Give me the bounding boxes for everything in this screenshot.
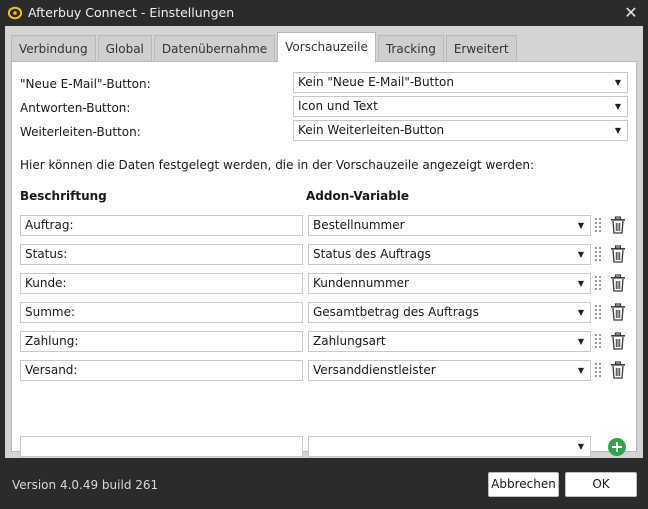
- variable-select[interactable]: Kundennummer ▼: [308, 273, 591, 294]
- ok-button[interactable]: OK: [565, 472, 637, 497]
- caption-input[interactable]: Summe:: [20, 302, 303, 323]
- afterbuy-logo-icon: [8, 6, 22, 20]
- variable-select[interactable]: Zahlungsart ▼: [308, 331, 591, 352]
- reply-button-label: Antworten-Button:: [20, 101, 131, 115]
- tab-datenuebernahme[interactable]: Datenübernahme: [153, 35, 276, 62]
- close-icon: ✕: [624, 3, 638, 22]
- caption-input[interactable]: Auftrag:: [20, 215, 303, 236]
- variable-value: Zahlungsart: [313, 334, 386, 348]
- reply-button-value: Icon und Text: [298, 99, 378, 113]
- variable-value: Bestellnummer: [313, 218, 405, 232]
- trash-icon[interactable]: [610, 245, 626, 263]
- caption-value: Kunde:: [25, 276, 67, 290]
- plus-circle-icon[interactable]: [608, 438, 626, 456]
- info-text: Hier können die Daten festgelegt werden,…: [20, 158, 535, 172]
- forward-button-select[interactable]: Kein Weiterleiten-Button ▼: [293, 120, 628, 141]
- variable-select[interactable]: Versanddienstleister ▼: [308, 360, 591, 381]
- new-caption-input[interactable]: [20, 436, 303, 457]
- caption-input[interactable]: Versand:: [20, 360, 303, 381]
- title-bar: Afterbuy Connect - Einstellungen ✕: [0, 0, 648, 26]
- vorschauzeile-panel: "Neue E-Mail"-Button: Kein "Neue E-Mail"…: [11, 61, 637, 457]
- footer-bar: Version 4.0.49 build 261 Abbrechen OK: [0, 458, 648, 509]
- caption-input[interactable]: Status:: [20, 244, 303, 265]
- window-title: Afterbuy Connect - Einstellungen: [28, 5, 235, 20]
- caption-value: Status:: [25, 247, 68, 261]
- chevron-down-icon: ▼: [614, 78, 621, 87]
- new-email-button-value: Kein "Neue E-Mail"-Button: [298, 75, 454, 89]
- variable-value: Gesamtbetrag des Auftrags: [313, 305, 479, 319]
- close-button[interactable]: ✕: [622, 4, 640, 22]
- tab-vorschauzeile[interactable]: Vorschauzeile: [277, 32, 376, 62]
- cancel-button[interactable]: Abbrechen: [488, 472, 559, 497]
- drag-handle-icon[interactable]: [595, 275, 601, 291]
- trash-icon[interactable]: [610, 332, 626, 350]
- tab-tracking[interactable]: Tracking: [377, 35, 444, 62]
- new-email-button-select[interactable]: Kein "Neue E-Mail"-Button ▼: [293, 72, 628, 93]
- trash-icon[interactable]: [610, 274, 626, 292]
- chevron-down-icon: ▼: [614, 102, 621, 111]
- forward-button-label: Weiterleiten-Button:: [20, 125, 141, 139]
- caption-value: Versand:: [25, 363, 78, 377]
- drag-handle-icon[interactable]: [595, 333, 601, 349]
- trash-icon[interactable]: [610, 216, 626, 234]
- drag-handle-icon[interactable]: [595, 246, 601, 262]
- trash-icon[interactable]: [610, 361, 626, 379]
- chevron-down-icon: ▼: [577, 308, 584, 317]
- variable-value: Versanddienstleister: [313, 363, 436, 377]
- drag-handle-icon[interactable]: [595, 304, 601, 320]
- variable-value: Status des Auftrags: [313, 247, 431, 261]
- tab-erweitert[interactable]: Erweitert: [445, 35, 517, 62]
- trash-icon[interactable]: [610, 303, 626, 321]
- reply-button-select[interactable]: Icon und Text ▼: [293, 96, 628, 117]
- variable-select[interactable]: Gesamtbetrag des Auftrags ▼: [308, 302, 591, 323]
- chevron-down-icon: ▼: [577, 442, 584, 451]
- chevron-down-icon: ▼: [577, 366, 584, 375]
- settings-window: Afterbuy Connect - Einstellungen ✕ Verbi…: [0, 0, 648, 509]
- chevron-down-icon: ▼: [614, 126, 621, 135]
- variable-value: Kundennummer: [313, 276, 409, 290]
- tab-bar: Verbindung Global Datenübernahme Vorscha…: [11, 32, 519, 62]
- new-email-button-label: "Neue E-Mail"-Button:: [20, 77, 151, 91]
- chevron-down-icon: ▼: [577, 279, 584, 288]
- chevron-down-icon: ▼: [577, 221, 584, 230]
- variable-select[interactable]: Status des Auftrags ▼: [308, 244, 591, 265]
- chevron-down-icon: ▼: [577, 250, 584, 259]
- caption-input[interactable]: Zahlung:: [20, 331, 303, 352]
- tab-global[interactable]: Global: [97, 35, 152, 62]
- variable-column-header: Addon-Variable: [306, 189, 410, 203]
- caption-value: Zahlung:: [25, 334, 79, 348]
- chevron-down-icon: ▼: [577, 337, 584, 346]
- variable-select[interactable]: Bestellnummer ▼: [308, 215, 591, 236]
- dialog-content: Verbindung Global Datenübernahme Vorscha…: [5, 26, 643, 458]
- version-label: Version 4.0.49 build 261: [12, 478, 159, 492]
- caption-value: Auftrag:: [25, 218, 74, 232]
- forward-button-value: Kein Weiterleiten-Button: [298, 123, 445, 137]
- caption-input[interactable]: Kunde:: [20, 273, 303, 294]
- tab-verbindung[interactable]: Verbindung: [11, 35, 96, 62]
- caption-column-header: Beschriftung: [20, 189, 107, 203]
- caption-value: Summe:: [25, 305, 76, 319]
- drag-handle-icon[interactable]: [595, 362, 601, 378]
- new-variable-select[interactable]: ▼: [308, 436, 591, 457]
- drag-handle-icon[interactable]: [595, 217, 601, 233]
